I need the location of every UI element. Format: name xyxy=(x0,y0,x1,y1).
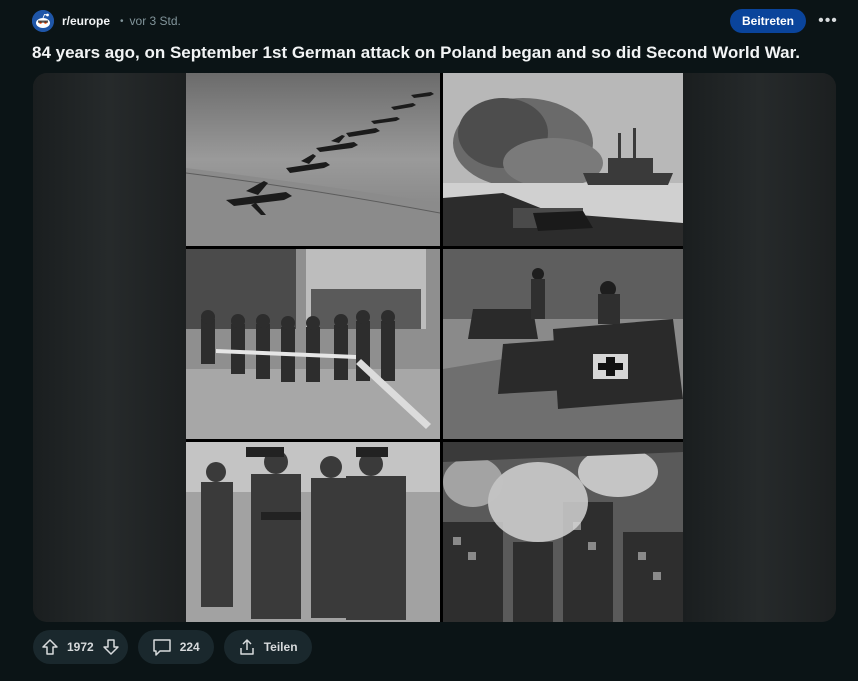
share-button[interactable]: Teilen xyxy=(223,630,312,664)
comments-button[interactable]: 224 xyxy=(137,630,214,664)
post-header: r/europe • vor 3 Std. Beitreten ••• xyxy=(32,8,842,34)
arrow-down-icon xyxy=(102,639,119,655)
vote-count: 1972 xyxy=(67,640,94,654)
upvote-button[interactable] xyxy=(41,638,59,656)
reddit-snoo-icon xyxy=(32,10,54,32)
border-barrier-image xyxy=(186,249,440,439)
comment-icon xyxy=(152,638,172,656)
share-label: Teilen xyxy=(263,640,298,654)
post-actions: 1972 224 Teilen xyxy=(33,630,312,664)
officers-handshake-image xyxy=(186,442,440,622)
blurred-backdrop-left xyxy=(33,73,186,622)
more-icon: ••• xyxy=(818,12,838,29)
subreddit-name[interactable]: r/europe xyxy=(62,14,110,28)
subreddit-avatar[interactable] xyxy=(32,10,54,32)
comment-count: 224 xyxy=(179,640,200,654)
post-media[interactable] xyxy=(33,73,836,622)
battleship-shelling-image xyxy=(443,73,683,246)
photo-collage xyxy=(186,73,683,622)
post-time: vor 3 Std. xyxy=(129,14,181,28)
vote-bar: 1972 xyxy=(33,630,128,664)
more-options-button[interactable]: ••• xyxy=(814,9,842,33)
post-title[interactable]: 84 years ago, on September 1st German at… xyxy=(32,43,832,63)
burning-city-image xyxy=(443,442,683,622)
arrow-up-icon xyxy=(42,639,58,655)
separator-dot: • xyxy=(120,15,124,27)
downvote-button[interactable] xyxy=(102,638,120,656)
blurred-backdrop-right xyxy=(683,73,836,622)
join-button[interactable]: Beitreten xyxy=(729,9,806,33)
share-icon xyxy=(238,638,256,656)
tanks-image xyxy=(443,249,683,439)
dive-bombers-image xyxy=(186,73,440,246)
